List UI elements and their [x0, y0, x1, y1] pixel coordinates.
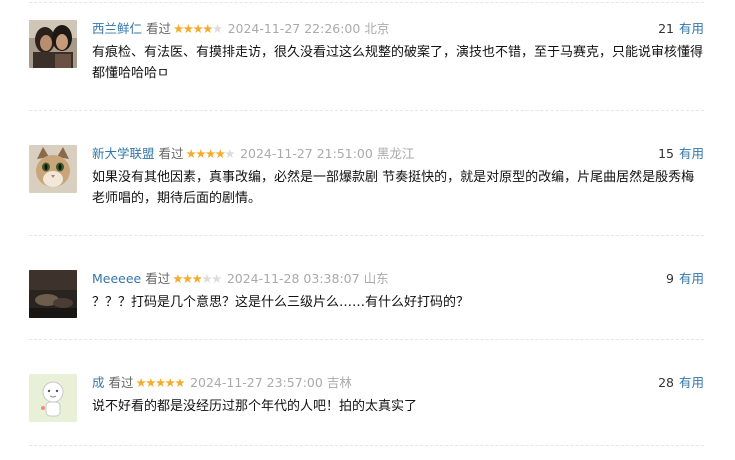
dark-scene-photo-icon	[29, 270, 77, 318]
comment-location: 山东	[363, 271, 389, 286]
comment-location: 吉林	[326, 375, 352, 390]
user-link[interactable]: 西兰鲜仁	[92, 21, 142, 36]
comment-meta: 西兰鲜仁 看过 ★★★★★ 2024-11-27 22:26:00 北京	[92, 20, 389, 38]
vote-count: 9	[666, 271, 674, 286]
vote-area: 21 有用	[658, 20, 704, 38]
divider	[29, 445, 704, 446]
vote-count: 15	[658, 146, 674, 161]
star-icon: ★★★★	[173, 21, 213, 36]
vote-area: 9 有用	[666, 270, 704, 288]
divider	[29, 110, 704, 111]
comment-location: 黑龙江	[376, 146, 415, 161]
watched-status: 看过	[158, 146, 184, 161]
star-empty-icon: ★★	[201, 271, 222, 286]
watched-status: 看过	[146, 21, 172, 36]
vote-area: 15 有用	[658, 145, 704, 163]
cat-photo-icon	[29, 145, 77, 193]
watched-status: 看过	[108, 375, 134, 390]
avatar[interactable]	[29, 20, 77, 68]
useful-button[interactable]: 有用	[679, 146, 704, 161]
comment-text: 有痕检、有法医、有摸排走访，很久没看过这么规整的破案了，演技也不错，至于马赛克，…	[92, 45, 704, 81]
comment-time[interactable]: 2024-11-28 03:38:07	[227, 271, 360, 286]
comment-text: 说不好看的都是没经历过那个年代的人吧！拍的太真实了	[92, 399, 418, 414]
comment-time[interactable]: 2024-11-27 22:26:00	[228, 21, 361, 36]
vote-count: 28	[658, 375, 674, 390]
comment-location: 北京	[364, 21, 390, 36]
star-icon: ★★★★	[185, 146, 226, 161]
comment-time[interactable]: 2024-11-27 23:57:00	[190, 375, 323, 390]
comment-text: 如果没有其他因素，真事改编，必然是一部爆款剧 节奏挺快的，就是对原型的改编，片尾…	[92, 170, 695, 206]
comment-time[interactable]: 2024-11-27 21:51:00	[240, 146, 373, 161]
rating-stars: ★★★★★	[172, 270, 222, 288]
star-empty-icon: ★	[211, 21, 223, 36]
comment-meta: 新大学联盟 看过 ★★★★★ 2024-11-27 21:51:00 黑龙江	[92, 145, 414, 163]
divider	[29, 235, 704, 236]
comment-meta: 成看过 ★★★★★ 2024-11-27 23:57:00 吉林	[92, 374, 352, 392]
divider	[29, 339, 704, 340]
watched-status: 看过	[145, 271, 171, 286]
useful-button[interactable]: 有用	[679, 21, 704, 36]
user-link[interactable]: 成	[92, 375, 105, 390]
rating-stars: ★★★★★	[185, 145, 236, 163]
star-icon: ★★★★★	[135, 375, 186, 390]
top-divider	[29, 2, 704, 3]
couple-photo-icon	[29, 20, 77, 68]
useful-button[interactable]: 有用	[679, 375, 704, 390]
user-link[interactable]: 新大学联盟	[92, 146, 155, 161]
vote-area: 28 有用	[658, 374, 704, 392]
useful-button[interactable]: 有用	[679, 271, 704, 286]
user-link[interactable]: Meeeee	[92, 271, 141, 286]
comment-text: ？？？打码是几个意思？这是什么三级片么……有什么好打码的？	[92, 295, 470, 310]
cartoon-figure-icon	[29, 374, 77, 422]
comment-meta: Meeeee 看过 ★★★★★ 2024-11-28 03:38:07 山东	[92, 270, 389, 288]
avatar[interactable]	[29, 145, 77, 193]
rating-stars: ★★★★★	[173, 20, 223, 38]
avatar[interactable]	[29, 374, 77, 422]
vote-count: 21	[658, 21, 674, 36]
rating-stars: ★★★★★	[135, 374, 186, 392]
star-empty-icon: ★	[224, 146, 235, 161]
avatar[interactable]	[29, 270, 77, 318]
star-icon: ★★★	[172, 271, 203, 286]
